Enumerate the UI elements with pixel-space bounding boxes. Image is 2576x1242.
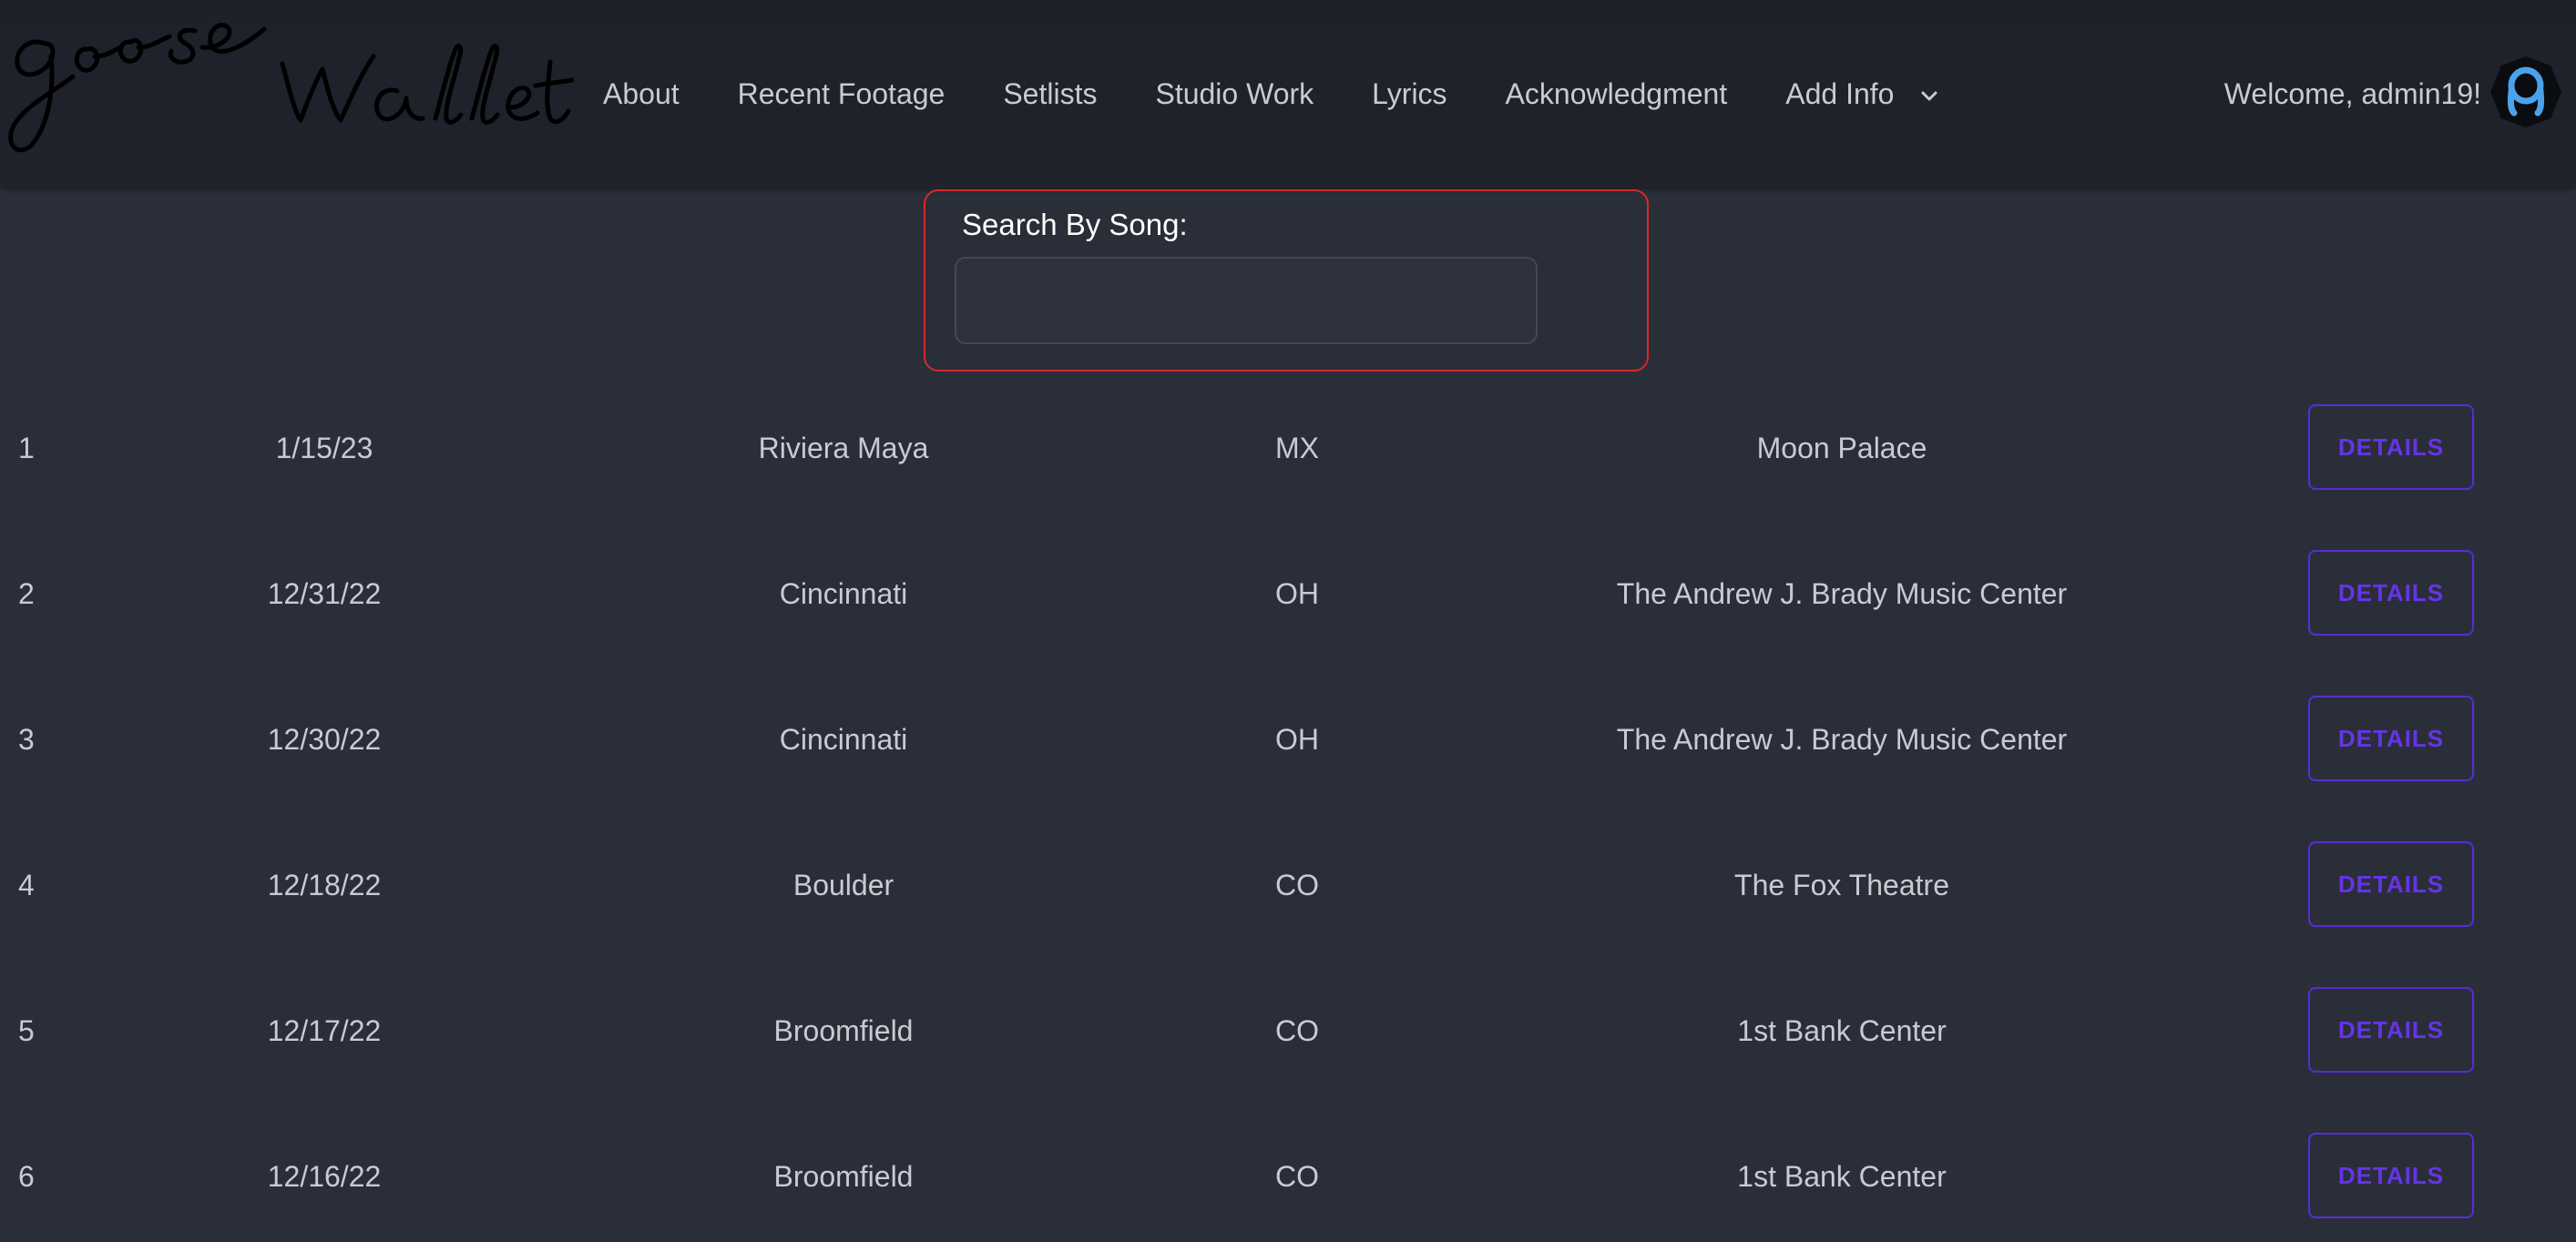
row-venue: Moon Palace: [1756, 432, 1927, 464]
details-button[interactable]: DETAILS: [2308, 550, 2474, 636]
search-by-song-panel: Search By Song:: [924, 189, 1649, 372]
table-row: 1 1/15/23 Riviera Maya MX Moon Palace DE…: [0, 404, 2576, 492]
chevron-down-icon: [1917, 82, 1941, 106]
nav-item-label: Studio Work: [1155, 76, 1314, 110]
nav-item-add-info-dropdown[interactable]: Add Info: [1785, 77, 1941, 111]
table-row: 3 12/30/22 Cincinnati OH The Andrew J. B…: [0, 696, 2576, 783]
row-index: 6: [18, 1160, 35, 1193]
row-index: 5: [18, 1014, 35, 1047]
row-city: Broomfield: [773, 1160, 914, 1193]
table-row: 4 12/18/22 Boulder CO The Fox Theatre DE…: [0, 841, 2576, 929]
goose-wallet-logo[interactable]: [0, 0, 575, 188]
row-date: 12/31/22: [267, 577, 382, 610]
nav-item-acknowledgment[interactable]: Acknowledgment: [1506, 77, 1728, 111]
row-city: Riviera Maya: [758, 432, 929, 464]
nav-item-label: Add Info: [1785, 76, 1895, 110]
row-state: CO: [1275, 1014, 1319, 1047]
row-state: CO: [1275, 1160, 1319, 1193]
row-venue: The Fox Theatre: [1734, 869, 1949, 901]
nav-item-lyrics[interactable]: Lyrics: [1372, 77, 1446, 111]
nav-item-setlists[interactable]: Setlists: [1003, 77, 1097, 111]
details-button[interactable]: DETAILS: [2308, 1133, 2474, 1218]
nav-item-label: Lyrics: [1372, 76, 1447, 110]
row-date: 12/16/22: [267, 1160, 382, 1193]
row-state: OH: [1275, 577, 1319, 610]
row-venue: The Andrew J. Brady Music Center: [1616, 577, 2068, 610]
top-navbar: About Recent Footage Setlists Studio Wor…: [0, 0, 2576, 188]
row-venue: 1st Bank Center: [1737, 1014, 1947, 1047]
row-index: 2: [18, 577, 35, 610]
row-index: 3: [18, 723, 35, 756]
row-date: 12/30/22: [267, 723, 382, 756]
row-date: 12/17/22: [267, 1014, 382, 1047]
row-state: CO: [1275, 869, 1319, 901]
row-city: Broomfield: [773, 1014, 914, 1047]
nav-item-studio-work[interactable]: Studio Work: [1155, 77, 1314, 111]
nav-item-label: About: [603, 76, 680, 110]
details-button[interactable]: DETAILS: [2308, 404, 2474, 490]
main-nav: About Recent Footage Setlists Studio Wor…: [603, 0, 1999, 188]
song-search-input[interactable]: [955, 257, 1538, 344]
row-city: Cincinnati: [779, 723, 908, 756]
details-button[interactable]: DETAILS: [2308, 696, 2474, 781]
table-row: 5 12/17/22 Broomfield CO 1st Bank Center…: [0, 987, 2576, 1074]
details-button[interactable]: DETAILS: [2308, 841, 2474, 927]
nav-item-label: Setlists: [1003, 76, 1098, 110]
search-label: Search By Song:: [962, 208, 1188, 241]
row-index: 1: [18, 432, 35, 464]
logo-script-icon: [8, 23, 575, 153]
nav-item-label: Acknowledgment: [1505, 76, 1728, 110]
row-venue: 1st Bank Center: [1737, 1160, 1947, 1193]
row-state: OH: [1275, 723, 1319, 756]
row-state: MX: [1275, 432, 1319, 464]
row-index: 4: [18, 869, 35, 901]
row-city: Cincinnati: [779, 577, 908, 610]
details-button[interactable]: DETAILS: [2308, 987, 2474, 1073]
nav-item-label: Recent Footage: [737, 76, 946, 110]
welcome-message: Welcome, admin19!: [2223, 76, 2481, 110]
user-avatar-icon[interactable]: [2489, 55, 2563, 129]
table-row: 2 12/31/22 Cincinnati OH The Andrew J. B…: [0, 550, 2576, 637]
table-row: 6 12/16/22 Broomfield CO 1st Bank Center…: [0, 1133, 2576, 1220]
row-date: 1/15/23: [275, 432, 373, 464]
nav-item-recent-footage[interactable]: Recent Footage: [738, 77, 946, 111]
row-city: Boulder: [792, 869, 894, 901]
row-date: 12/18/22: [267, 869, 382, 901]
row-venue: The Andrew J. Brady Music Center: [1616, 723, 2068, 756]
nav-item-about[interactable]: About: [603, 77, 680, 111]
